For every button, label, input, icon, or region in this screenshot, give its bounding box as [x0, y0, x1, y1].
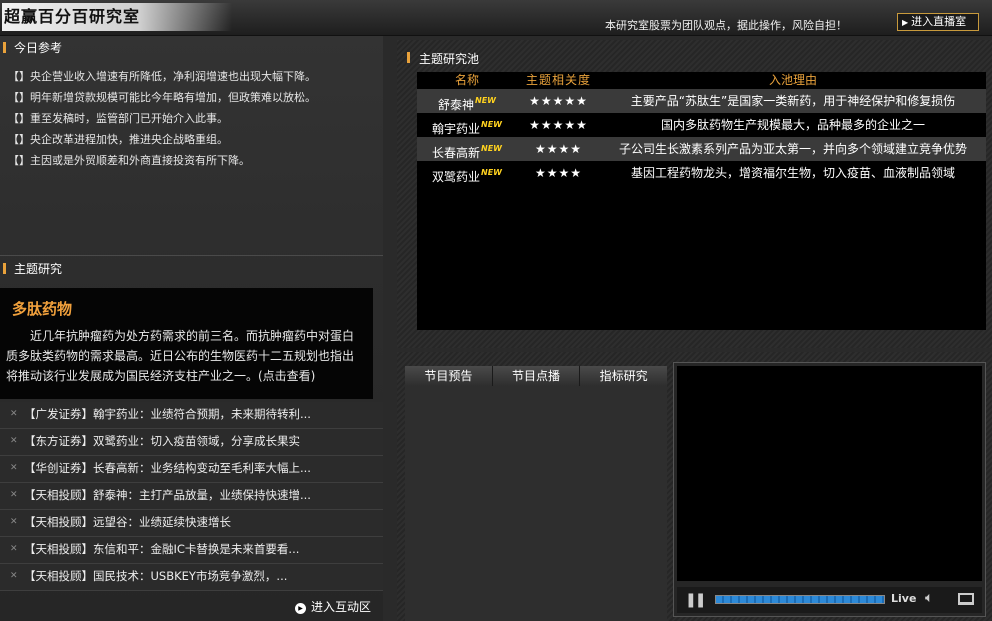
report-title: 【广发证券】翰宇药业：业绩符合预期，未来期待转利... [24, 407, 311, 421]
report-title: 【天相投顾】东信和平：金融IC卡替换是未来首要看... [24, 542, 300, 556]
disclaimer-text: 本研究室股票为团队观点，据此操作，风险自担！ [605, 19, 847, 32]
enter-live-room-button[interactable]: ▶ 进入直播室 [897, 13, 979, 31]
tab-program-on-demand[interactable]: 节目点播 [492, 366, 581, 386]
relevance-stars: ★★★★ [534, 166, 583, 180]
report-title: 【天相投顾】舒泰神：主打产品放量，业绩保持快速增... [24, 488, 311, 502]
theme-pool-heading: 主题研究池 [407, 50, 479, 67]
list-item[interactable]: 【】央企改革进程加快，推进央企战略重组。 [8, 129, 380, 150]
orange-bar-icon [3, 263, 6, 274]
report-item[interactable]: ✕ 【天相投顾】舒泰神：主打产品放量，业绩保持快速增... [0, 483, 383, 510]
fullscreen-icon[interactable] [958, 593, 974, 605]
progress-bar[interactable] [715, 595, 885, 604]
topic-description[interactable]: 近几年抗肿瘤药为处方药需求的前三名。而抗肿瘤药中对蛋白质多肽类药物的需求最高。近… [6, 326, 362, 386]
new-badge: NEW [475, 96, 496, 105]
video-screen[interactable] [677, 366, 982, 581]
report-item[interactable]: ✕ 【华创证券】长春高新：业务结构变动至毛利率大幅上... [0, 456, 383, 483]
tab-indicator-research[interactable]: 指标研究 [580, 366, 668, 386]
play-arrow-icon: ▶ [902, 18, 909, 27]
video-player: ❚❚ Live 🔈︎ [673, 362, 986, 617]
tab-content-area [405, 386, 667, 621]
bullet-x-icon: ✕ [10, 544, 18, 554]
table-row[interactable]: 翰宇药业NEW ★★★★★ 国内多肽药物生产规模最大，品种最多的企业之一 [417, 113, 986, 137]
today-reference-list: 【】央企营业收入增速有所降低，净利润增速也出现大幅下降。 【】明年新增贷款规模可… [8, 66, 380, 171]
video-panel: 节目预告 节目点播 指标研究 ❚❚ Live 🔈︎ [397, 352, 992, 621]
stock-name: 舒泰神 [438, 98, 475, 112]
orange-bar-icon [407, 52, 410, 63]
theme-pool-table: 名称 主题相关度 入池理由 舒泰神NEW ★★★★★ 主要产品“苏肽生”是国家一… [417, 72, 986, 330]
report-item[interactable]: ✕ 【天相投顾】国民技术：USBKEY市场竞争激烈，... [0, 564, 383, 591]
report-title: 【天相投顾】国民技术：USBKEY市场竞争激烈，... [24, 569, 288, 583]
play-circle-icon: ▶ [295, 603, 306, 614]
bullet-x-icon: ✕ [10, 517, 18, 527]
theme-pool-title: 主题研究池 [419, 52, 480, 66]
pause-icon[interactable]: ❚❚ [685, 592, 707, 608]
table-row[interactable]: 长春高新NEW ★★★★ 子公司生长激素系列产品为亚太第一，并向多个领域建立竞争… [417, 137, 986, 161]
bullet-x-icon: ✕ [10, 463, 18, 473]
column-header-name: 名称 [454, 73, 479, 87]
new-badge: NEW [481, 168, 502, 177]
list-item[interactable]: 【】明年新增贷款规模可能比今年略有增加，但政策难以放松。 [8, 87, 380, 108]
today-reference-title: 今日参考 [14, 41, 63, 55]
new-badge: NEW [481, 144, 502, 153]
table-header-row: 名称 主题相关度 入池理由 [417, 72, 986, 89]
today-reference-heading: 今日参考 [0, 38, 62, 58]
stock-name-cell[interactable]: 舒泰神NEW [417, 89, 517, 113]
site-title: 超赢百分百研究室 [2, 3, 232, 31]
stock-name-cell[interactable]: 长春高新NEW [417, 137, 517, 161]
reason-cell: 国内多肽药物生产规模最大，品种最多的企业之一 [660, 118, 925, 132]
report-title: 【华创证券】长春高新：业务结构变动至毛利率大幅上... [24, 461, 311, 475]
bullet-x-icon: ✕ [10, 436, 18, 446]
topic-name[interactable]: 多肽药物 [12, 298, 72, 319]
list-item[interactable]: 【】主因或是外贸顺差和外商直接投资有所下降。 [8, 150, 380, 171]
stock-name-cell[interactable]: 双鹭药业NEW [417, 161, 517, 185]
divider [0, 255, 383, 256]
enter-interaction-link[interactable]: ▶ 进入互动区 [295, 598, 371, 615]
report-item[interactable]: ✕ 【天相投顾】远望谷：业绩延续快速增长 [0, 510, 383, 537]
bullet-x-icon: ✕ [10, 490, 18, 500]
list-item[interactable]: 【】央企营业收入增速有所降低，净利润增速也出现大幅下降。 [8, 66, 380, 87]
new-badge: NEW [481, 120, 502, 129]
stock-name: 长春高新 [432, 146, 481, 160]
list-item[interactable]: 【】重至发稿时，监管部门已开始介入此事。 [8, 108, 380, 129]
report-item[interactable]: ✕ 【广发证券】翰宇药业：业绩符合预期，未来期待转利... [0, 402, 383, 429]
player-controls: ❚❚ Live 🔈︎ [677, 587, 982, 613]
enter-interaction-label: 进入互动区 [311, 600, 372, 614]
program-tabs: 节目预告 节目点播 指标研究 [405, 366, 668, 386]
progress-fill [716, 596, 884, 603]
theme-pool-panel: 主题研究池 名称 主题相关度 入池理由 舒泰神NEW ★★★★★ 主要产品“苏肽… [397, 40, 992, 348]
report-title: 【天相投顾】远望谷：业绩延续快速增长 [24, 515, 231, 529]
table-row[interactable]: 舒泰神NEW ★★★★★ 主要产品“苏肽生”是国家一类新药，用于神经保护和修复损… [417, 89, 986, 113]
volume-icon[interactable]: 🔈︎ [925, 590, 933, 606]
relevance-stars: ★★★★★ [529, 118, 588, 132]
reason-cell: 主要产品“苏肽生”是国家一类新药，用于神经保护和修复损伤 [630, 94, 956, 108]
live-label: Live [891, 592, 917, 605]
column-header-reason: 入池理由 [768, 73, 817, 87]
stock-name-cell[interactable]: 翰宇药业NEW [417, 113, 517, 137]
report-title: 【东方证券】双鹭药业：切入疫苗领域，分享成长果实 [24, 434, 300, 448]
bullet-x-icon: ✕ [10, 409, 18, 419]
topic-research-title: 主题研究 [14, 262, 63, 276]
reason-cell: 基因工程药物龙头，增资福尔生物，切入疫苗、血液制品领域 [630, 166, 955, 180]
relevance-stars: ★★★★ [534, 142, 583, 156]
enter-live-room-label: 进入直播室 [911, 15, 967, 28]
topic-research-heading: 主题研究 [0, 259, 62, 279]
table-row[interactable]: 双鹭药业NEW ★★★★ 基因工程药物龙头，增资福尔生物，切入疫苗、血液制品领域 [417, 161, 986, 185]
report-list: ✕ 【广发证券】翰宇药业：业绩符合预期，未来期待转利... ✕ 【东方证券】双鹭药业… [0, 402, 383, 591]
reason-cell: 子公司生长激素系列产品为亚太第一，并向多个领域建立竞争优势 [618, 142, 967, 156]
tab-program-preview[interactable]: 节目预告 [405, 366, 493, 386]
stock-name: 双鹭药业 [432, 170, 481, 184]
topic-feature-box[interactable]: 多肽药物 近几年抗肿瘤药为处方药需求的前三名。而抗肿瘤药中对蛋白质多肽类药物的需… [0, 288, 373, 399]
left-column: 今日参考 【】央企营业收入增速有所降低，净利润增速也出现大幅下降。 【】明年新增… [0, 36, 383, 621]
relevance-stars: ★★★★★ [529, 94, 588, 108]
report-item[interactable]: ✕ 【东方证券】双鹭药业：切入疫苗领域，分享成长果实 [0, 429, 383, 456]
orange-bar-icon [3, 42, 6, 53]
stock-name: 翰宇药业 [432, 122, 481, 136]
bullet-x-icon: ✕ [10, 571, 18, 581]
report-item[interactable]: ✕ 【天相投顾】东信和平：金融IC卡替换是未来首要看... [0, 537, 383, 564]
column-header-relevance: 主题相关度 [525, 73, 591, 87]
header: 超赢百分百研究室 本研究室股票为团队观点，据此操作，风险自担！ ▶ 进入直播室 [0, 0, 992, 36]
